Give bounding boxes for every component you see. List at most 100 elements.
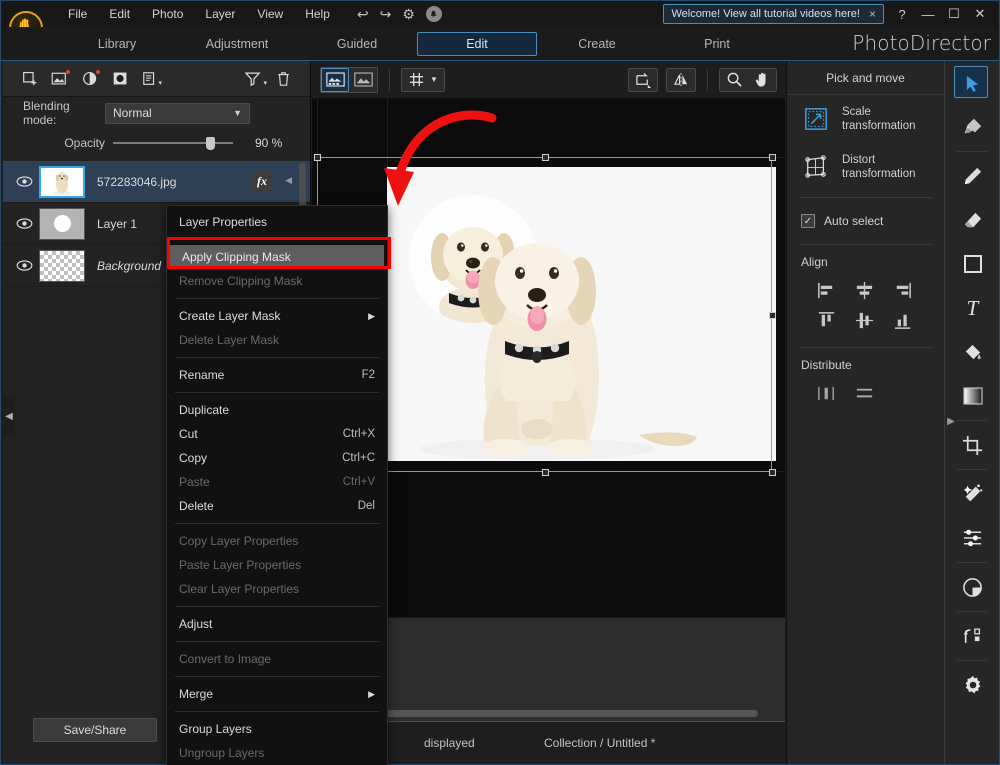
menu-file[interactable]: File bbox=[57, 3, 98, 25]
pencil-tool[interactable] bbox=[945, 154, 1000, 198]
left-panel-collapse-arrow-icon[interactable]: ◀ bbox=[3, 396, 15, 436]
right-panel-collapse-arrow-icon[interactable]: ▶ bbox=[945, 403, 957, 439]
opacity-tool[interactable] bbox=[945, 565, 1000, 609]
ctx-cut[interactable]: CutCtrl+X bbox=[167, 422, 387, 446]
layer-expand-arrow-icon[interactable]: ◀ bbox=[285, 175, 292, 186]
handle-bottom-center[interactable] bbox=[542, 469, 549, 476]
tab-guided[interactable]: Guided bbox=[297, 32, 417, 56]
grid-icon[interactable] bbox=[402, 68, 430, 92]
hand-icon[interactable] bbox=[748, 68, 776, 92]
ctx-merge[interactable]: Merge▶ bbox=[167, 682, 387, 706]
minimize-icon[interactable]: — bbox=[915, 2, 941, 26]
visibility-eye-icon[interactable] bbox=[9, 260, 39, 271]
ctx-apply-clipping-mask[interactable]: Apply Clipping Mask bbox=[170, 245, 384, 269]
adjustment-tool[interactable] bbox=[945, 516, 1000, 560]
distribute-horizontal-icon[interactable] bbox=[807, 378, 845, 408]
visibility-eye-icon[interactable] bbox=[9, 218, 39, 229]
flip-control[interactable] bbox=[666, 68, 696, 92]
blending-mode-value: Normal bbox=[113, 106, 233, 120]
checkbox-icon[interactable]: ✓ bbox=[801, 214, 815, 228]
distribute-vertical-icon[interactable] bbox=[845, 378, 883, 408]
ctx-adjust[interactable]: Adjust bbox=[167, 612, 387, 636]
align-bottom-icon[interactable] bbox=[883, 305, 921, 335]
magic-wand-tool[interactable] bbox=[945, 472, 1000, 516]
ctx-group-layers[interactable]: Group Layers bbox=[167, 717, 387, 741]
gear-icon[interactable]: ⚙ bbox=[402, 7, 415, 21]
ctx-layer-properties[interactable]: Layer Properties bbox=[167, 210, 387, 234]
menu-photo[interactable]: Photo bbox=[141, 3, 194, 25]
ctx-duplicate[interactable]: Duplicate bbox=[167, 398, 387, 422]
handle-top-right[interactable] bbox=[769, 154, 776, 161]
distribute-section-label: Distribute bbox=[787, 354, 944, 376]
add-image-layer-icon[interactable] bbox=[45, 66, 75, 92]
ctx-copy[interactable]: CopyCtrl+C bbox=[167, 446, 387, 470]
rotate-control[interactable] bbox=[628, 68, 658, 92]
handle-bottom-right[interactable] bbox=[769, 469, 776, 476]
divider bbox=[175, 641, 379, 642]
magnifier-icon[interactable] bbox=[720, 68, 748, 92]
text-tool[interactable]: T bbox=[945, 286, 1000, 330]
ctx-paste: PasteCtrl+V bbox=[167, 470, 387, 494]
align-right-icon[interactable] bbox=[883, 275, 921, 305]
handle-top-center[interactable] bbox=[542, 154, 549, 161]
settings-tool[interactable] bbox=[945, 663, 1000, 707]
menu-help[interactable]: Help bbox=[294, 3, 341, 25]
opacity-slider-thumb[interactable] bbox=[206, 137, 215, 150]
delete-layer-icon[interactable] bbox=[268, 66, 298, 92]
eraser-tool[interactable] bbox=[945, 198, 1000, 242]
compare-view-icon[interactable] bbox=[349, 68, 377, 92]
adjustment-layer-icon[interactable] bbox=[75, 66, 105, 92]
ctx-delete[interactable]: DeleteDel bbox=[167, 494, 387, 518]
opacity-slider[interactable] bbox=[113, 142, 233, 144]
menu-edit[interactable]: Edit bbox=[98, 3, 141, 25]
maximize-icon[interactable]: ☐ bbox=[941, 2, 967, 26]
align-top-icon[interactable] bbox=[807, 305, 845, 335]
handle-top-left[interactable] bbox=[314, 154, 321, 161]
distort-transformation-button[interactable]: Distort transformation bbox=[787, 143, 944, 191]
menu-layer[interactable]: Layer bbox=[194, 3, 246, 25]
tab-adjustment[interactable]: Adjustment bbox=[177, 32, 297, 56]
scale-transformation-button[interactable]: Scale transformation bbox=[787, 95, 944, 143]
close-window-icon[interactable]: ✕ bbox=[967, 2, 993, 26]
ctx-rename[interactable]: RenameF2 bbox=[167, 363, 387, 387]
align-center-horizontal-icon[interactable] bbox=[845, 275, 883, 305]
grid-overlay-control[interactable]: ▼ bbox=[401, 68, 445, 92]
rotate-icon[interactable] bbox=[629, 68, 657, 92]
chevron-down-icon[interactable]: ▼ bbox=[430, 75, 438, 84]
brand-title: PhotoDirector bbox=[852, 31, 991, 55]
redo-icon[interactable]: ↪ bbox=[380, 7, 392, 21]
layer-fx-badge[interactable]: fx bbox=[252, 172, 272, 191]
shape-tool[interactable] bbox=[945, 242, 1000, 286]
close-icon[interactable]: × bbox=[869, 7, 876, 21]
blending-mode-select[interactable]: Normal ▼ bbox=[105, 103, 250, 124]
filter-icon[interactable]: ▾ bbox=[238, 66, 268, 92]
pick-and-move-tool[interactable] bbox=[945, 61, 1000, 105]
tab-create[interactable]: Create bbox=[537, 32, 657, 56]
notification-bell-icon[interactable] bbox=[426, 6, 442, 22]
menu-view[interactable]: View bbox=[246, 3, 294, 25]
ctx-create-layer-mask[interactable]: Create Layer Mask▶ bbox=[167, 304, 387, 328]
module-tab-bar: Library Adjustment Guided Edit Create Pr… bbox=[1, 27, 999, 61]
photo-canvas[interactable] bbox=[387, 167, 776, 461]
mask-layer-icon[interactable] bbox=[105, 66, 135, 92]
tab-library[interactable]: Library bbox=[57, 32, 177, 56]
new-layer-icon[interactable] bbox=[15, 66, 45, 92]
brush-select-tool[interactable] bbox=[945, 105, 1000, 149]
text-layer-icon[interactable]: ▾ bbox=[135, 66, 165, 92]
single-photo-view-icon[interactable] bbox=[321, 68, 349, 92]
save-share-button[interactable]: Save/Share bbox=[33, 718, 157, 742]
align-middle-vertical-icon[interactable] bbox=[845, 305, 883, 335]
layer-row-572283046[interactable]: 572283046.jpg fx ◀ bbox=[3, 161, 310, 203]
tab-edit[interactable]: Edit bbox=[417, 32, 537, 56]
arrange-tool[interactable] bbox=[945, 614, 1000, 658]
welcome-banner[interactable]: Welcome! View all tutorial videos here! … bbox=[663, 4, 884, 24]
flip-icon[interactable] bbox=[667, 68, 695, 92]
tab-print[interactable]: Print bbox=[657, 32, 777, 56]
auto-select-checkbox-row[interactable]: ✓ Auto select bbox=[787, 204, 944, 238]
visibility-eye-icon[interactable] bbox=[9, 176, 39, 187]
divider bbox=[175, 357, 379, 358]
align-left-icon[interactable] bbox=[807, 275, 845, 305]
undo-icon[interactable]: ↩ bbox=[357, 7, 369, 21]
paint-bucket-tool[interactable] bbox=[945, 330, 1000, 374]
help-icon[interactable]: ? bbox=[889, 2, 915, 26]
